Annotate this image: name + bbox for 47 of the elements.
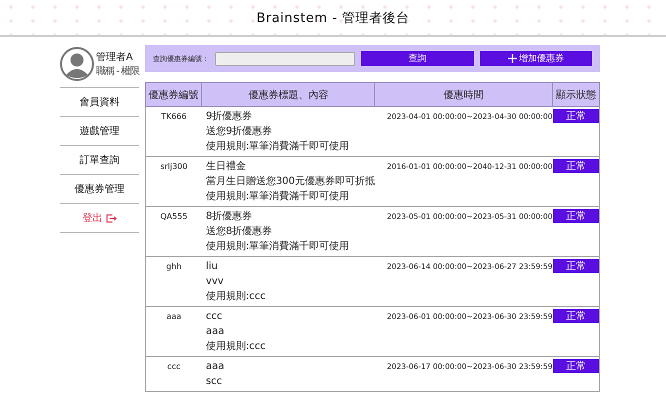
- coupon-code-cell: ghh: [146, 256, 202, 306]
- column-header: 優惠券編號: [146, 82, 202, 106]
- column-header: 優惠券標題、內容: [202, 82, 375, 106]
- coupon-text: vvv: [206, 275, 225, 289]
- coupon-text: 使用規則:單筆消費滿千即可使用: [206, 140, 350, 154]
- coupon-text: liu: [206, 260, 219, 274]
- coupon-text: 送您9折優惠券: [206, 124, 274, 139]
- coupon-text: 8折優惠券: [206, 210, 254, 224]
- coupon-text: aaa: [206, 325, 226, 339]
- coupon-text: 9折優惠券: [206, 110, 254, 124]
- column-header: 顯示狀態: [552, 82, 600, 106]
- coupon-code-field[interactable]: [215, 52, 355, 66]
- coupon-text: 使用規則:ccc: [206, 290, 267, 304]
- plus-icon: [508, 54, 517, 63]
- logout-link[interactable]: 登出: [60, 204, 139, 233]
- coupon-code-cell: aaa: [146, 306, 202, 356]
- coupon-text: 使用規則:ccc: [206, 340, 267, 354]
- coupon-text: scc: [206, 375, 224, 389]
- status-button[interactable]: 正常: [552, 359, 599, 373]
- sidebar-item[interactable]: 遊戲管理: [60, 117, 139, 146]
- status-button[interactable]: 正常: [552, 209, 599, 223]
- logout-icon: [106, 214, 116, 222]
- coupon-text: aaa: [206, 360, 226, 374]
- coupon-text: 當月生日贈送您300元優惠券即可折抵: [206, 174, 375, 189]
- coupon-text: 使用規則:單筆消費滿千即可使用: [206, 190, 350, 204]
- sidebar-item[interactable]: 會員資料: [60, 88, 139, 117]
- add-coupon-button[interactable]: 增加優惠券: [480, 51, 592, 66]
- sidebar-item[interactable]: 優惠券管理: [60, 175, 139, 204]
- status-button[interactable]: 正常: [552, 259, 599, 273]
- search-button[interactable]: 查詢: [361, 51, 474, 66]
- coupon-text: ccc: [206, 310, 224, 324]
- coupon-text: 生日禮金: [206, 160, 247, 174]
- coupon-code-cell: TK666: [146, 106, 202, 156]
- admin-role: 職稱 - 權限: [96, 64, 139, 78]
- status-button[interactable]: 正常: [552, 309, 599, 323]
- status-button[interactable]: 正常: [552, 159, 599, 173]
- coupon-code-cell: srlj300: [146, 156, 202, 206]
- coupon-code-cell: ccc: [146, 356, 202, 392]
- admin-name: 管理者A: [96, 50, 134, 64]
- coupon-text: 使用規則:單筆消費滿千即可使用: [206, 240, 350, 254]
- site-title: Brainstem - 管理者後台: [256, 10, 410, 26]
- coupon-text: 送您8折優惠券: [206, 224, 274, 239]
- status-button[interactable]: 正常: [552, 109, 599, 123]
- column-header: 優惠時間: [374, 82, 552, 106]
- avatar-icon: [60, 47, 94, 81]
- sidebar-item[interactable]: 訂單查詢: [60, 146, 139, 175]
- coupon-code-cell: QA555: [146, 206, 202, 256]
